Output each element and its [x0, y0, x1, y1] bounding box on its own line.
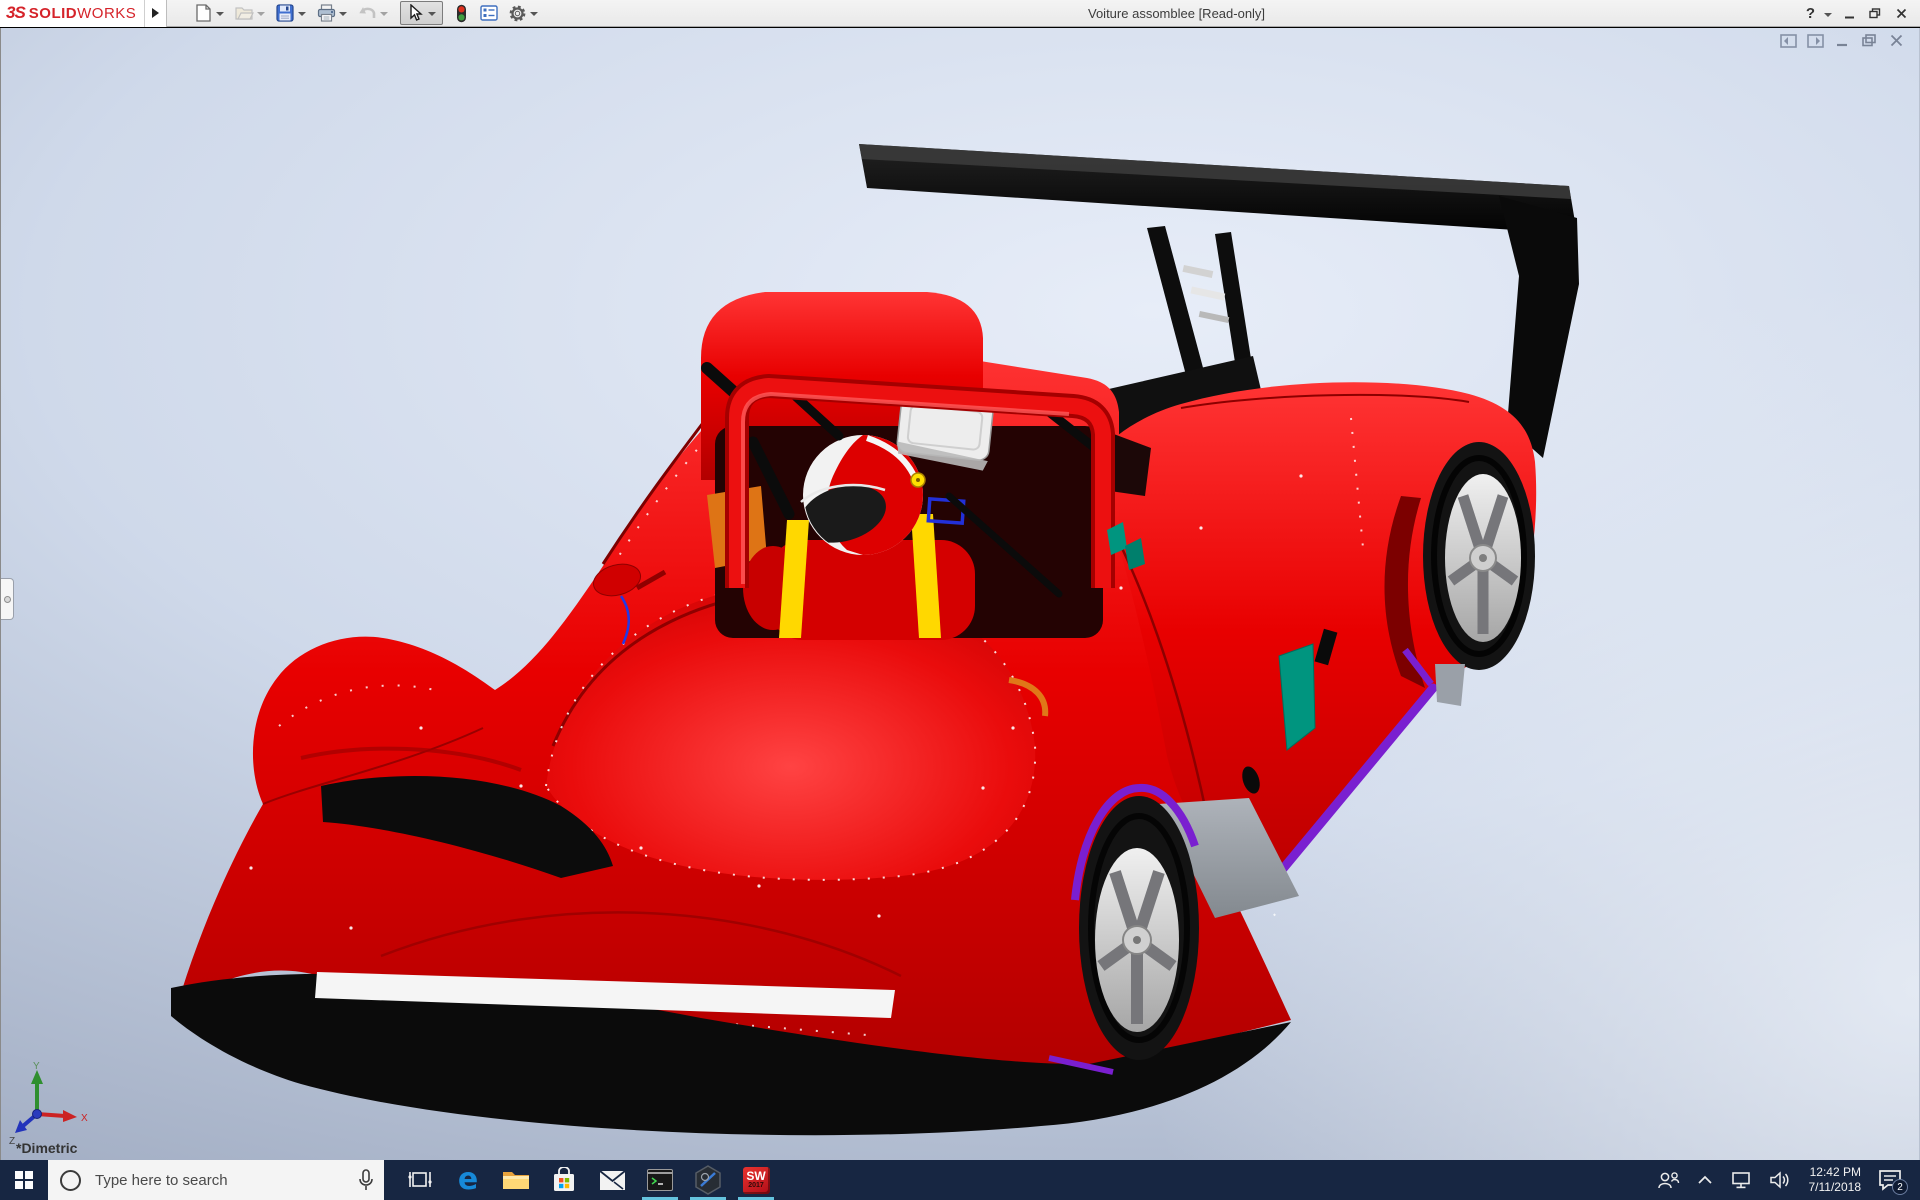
edge-icon: e: [457, 1162, 479, 1197]
3ds-logo-icon: 3S: [6, 3, 26, 22]
gear-icon: [509, 5, 526, 21]
windows-logo-icon: [15, 1171, 33, 1189]
chevron-up-icon: [1697, 1175, 1712, 1184]
file-explorer-button[interactable]: [492, 1160, 540, 1200]
taskbar-apps: e SW 2017: [396, 1160, 780, 1200]
network-icon: [1731, 1172, 1750, 1189]
print-icon: [317, 4, 335, 22]
open-folder-icon: [235, 7, 254, 20]
graphics-area[interactable]: Y X Z *Dimetric: [0, 28, 1920, 1160]
select-arrow-icon: [405, 3, 425, 23]
speaker-icon: [1769, 1171, 1789, 1189]
window-controls: ?: [1804, 0, 1912, 27]
mail-button[interactable]: [588, 1160, 636, 1200]
select-tool-dropdown[interactable]: [428, 12, 437, 16]
hexagon-app-icon: [693, 1165, 723, 1195]
people-icon: [1657, 1172, 1679, 1189]
undo-arrow-icon: [359, 7, 376, 18]
open-document-button[interactable]: [234, 3, 254, 23]
save-button[interactable]: [275, 3, 295, 23]
network-button[interactable]: [1725, 1160, 1757, 1200]
traffic-light-icon: [456, 4, 466, 22]
new-document-icon: [196, 4, 211, 22]
select-tool-active[interactable]: [400, 1, 444, 25]
notification-badge: 2: [1892, 1179, 1908, 1195]
help-dropdown[interactable]: [1824, 12, 1832, 17]
open-document-dropdown[interactable]: [257, 12, 266, 16]
microsoft-store-icon: [554, 1167, 574, 1191]
action-center-button[interactable]: 2: [1874, 1160, 1910, 1200]
menu-expand-button[interactable]: [145, 0, 168, 27]
solidworks-button[interactable]: SW 2017: [732, 1160, 780, 1200]
brand-works: WORKS: [77, 4, 137, 22]
new-document-button[interactable]: [193, 3, 213, 23]
clock-time: 12:42 PM: [1809, 1165, 1861, 1179]
windows-taskbar: e: [0, 1160, 1920, 1200]
save-dropdown[interactable]: [298, 12, 307, 16]
taskbar-clock[interactable]: 12:42 PM 7/11/2018: [1803, 1165, 1868, 1195]
options-button[interactable]: [507, 3, 527, 23]
orientation-triad: Y X Z: [9, 1061, 88, 1147]
close-button[interactable]: [1890, 4, 1912, 24]
edge-button[interactable]: e: [444, 1160, 492, 1200]
restore-icon: [1869, 8, 1881, 19]
options-dropdown[interactable]: [530, 12, 539, 16]
command-prompt-icon: [647, 1169, 673, 1191]
print-button[interactable]: [316, 3, 336, 23]
hidden-icons-button[interactable]: [1692, 1160, 1718, 1200]
start-button[interactable]: [0, 1160, 48, 1200]
save-floppy-icon: [276, 4, 294, 22]
quick-access-toolbar: [185, 0, 540, 27]
car-3d-model[interactable]: [1, 28, 1920, 1160]
brand-solid: SOLID: [28, 4, 78, 22]
clock-date: 7/11/2018: [1808, 1180, 1862, 1194]
search-input[interactable]: [95, 1171, 358, 1189]
undo-dropdown[interactable]: [380, 12, 389, 16]
task-view-button[interactable]: [396, 1160, 444, 1200]
hexagon-app-button[interactable]: [684, 1160, 732, 1200]
close-icon: [1896, 8, 1906, 19]
solidworks-2017-icon: SW 2017: [742, 1166, 770, 1194]
task-view-icon: [408, 1172, 432, 1187]
system-tray: 12:42 PM 7/11/2018 2: [1652, 1160, 1920, 1200]
file-properties-button[interactable]: [479, 3, 499, 23]
volume-button[interactable]: [1764, 1160, 1796, 1200]
people-button[interactable]: [1652, 1160, 1685, 1200]
microphone-icon[interactable]: [358, 1169, 374, 1191]
microsoft-store-button[interactable]: [540, 1160, 588, 1200]
new-document-dropdown[interactable]: [216, 12, 225, 16]
rear-wheel: [1423, 442, 1535, 670]
triad-z-label: Z: [9, 1136, 15, 1147]
window-title: Voiture assomblee [Read-only]: [1088, 6, 1266, 21]
minimize-icon: [1844, 16, 1854, 18]
file-properties-icon: [480, 5, 499, 21]
cockpit: [701, 292, 1151, 640]
triad-x-label: X: [81, 1113, 88, 1124]
view-orientation-label: *Dimetric: [16, 1140, 78, 1156]
screen: 3S SOLID WORKS Voiture assomblee [Read-o…: [0, 0, 1920, 1200]
expand-arrow-icon: [152, 8, 160, 18]
title-bar: 3S SOLID WORKS Voiture assomblee [Read-o…: [0, 0, 1920, 27]
print-dropdown[interactable]: [339, 12, 348, 16]
restore-button[interactable]: [1864, 4, 1886, 24]
help-button[interactable]: ?: [1804, 5, 1817, 22]
taskbar-search[interactable]: [48, 1160, 384, 1200]
command-prompt-button[interactable]: [636, 1160, 684, 1200]
solidworks-logo: 3S SOLID WORKS: [0, 0, 146, 27]
file-explorer-icon: [503, 1172, 529, 1189]
undo-button[interactable]: [357, 3, 377, 23]
minimize-button[interactable]: [1838, 4, 1860, 24]
mail-icon: [598, 1169, 626, 1190]
rebuild-button[interactable]: [451, 3, 471, 23]
triad-y-label: Y: [33, 1061, 40, 1072]
cortana-icon: [60, 1169, 81, 1191]
